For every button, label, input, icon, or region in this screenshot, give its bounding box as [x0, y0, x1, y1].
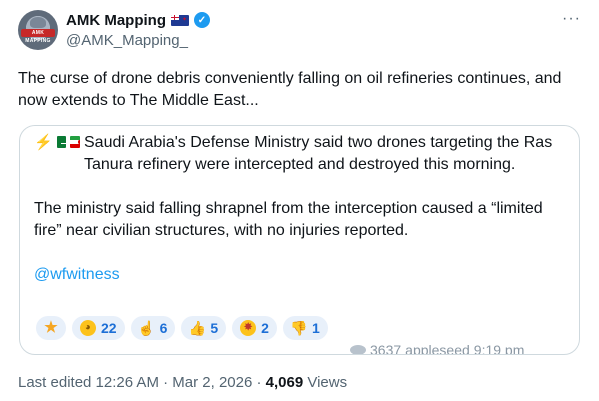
reaction-middle-finger[interactable]: ☝ 6: [130, 316, 176, 340]
thumbs-down-emoji-icon: 👎: [290, 320, 308, 336]
quote-paragraph-1: Saudi Arabia's Defense Ministry said two…: [84, 134, 553, 173]
reaction-bar: ★ ◕ 22 ☝ 6 👍 5 ✸ 2 👎 1: [36, 316, 328, 340]
views-count: 4,069: [265, 374, 304, 391]
reaction-count: 2: [261, 320, 269, 336]
views-eye-icon: [350, 345, 366, 354]
quoted-post-card[interactable]: ⚡ Saudi Arabia's Defense Ministry said t…: [19, 125, 580, 355]
reaction-thumbs-down[interactable]: 👎 1: [282, 316, 328, 340]
quote-footer: 3637 appleseed 9:19 pm: [350, 342, 525, 355]
post-metadata: Last edited 12:26 AM · Mar 2, 2026 · 4,0…: [18, 374, 347, 391]
author-handle[interactable]: @AMK_Mapping_: [66, 32, 188, 49]
iran-flag-icon: [70, 136, 80, 148]
reaction-rofl[interactable]: ◕ 22: [72, 316, 125, 340]
verified-badge-icon[interactable]: ✓: [193, 12, 210, 28]
views-label: Views: [303, 374, 348, 391]
rofl-emoji-icon: ◕: [77, 317, 99, 339]
reaction-thumbs-up[interactable]: 👍 5: [181, 316, 227, 340]
thumbs-up-emoji-icon: 👍: [188, 320, 207, 336]
reaction-mind-blown[interactable]: ✸ 2: [232, 316, 277, 340]
quote-footer-time: 9:19 pm: [473, 342, 525, 355]
reaction-count: 5: [210, 320, 219, 336]
reaction-count: 22: [101, 320, 117, 336]
reaction-star[interactable]: ★: [36, 316, 66, 340]
author-name[interactable]: AMK Mapping: [66, 12, 166, 29]
avatar-logo-text: AMK MAPPING: [21, 29, 55, 44]
quote-views: 3637: [370, 342, 402, 355]
saudi-arabia-flag-icon: [56, 136, 67, 148]
star-icon: ★: [44, 319, 58, 336]
more-options-icon[interactable]: ···: [562, 10, 581, 28]
avatar[interactable]: AMK MAPPING: [18, 10, 58, 50]
reaction-count: 6: [159, 320, 168, 336]
globe-icon: [30, 17, 46, 28]
new-zealand-flag-icon: [170, 14, 189, 26]
quote-link[interactable]: @wfwitness: [34, 264, 569, 286]
tweet-text: The curse of drone debris conveniently f…: [18, 70, 562, 109]
reaction-count: 1: [311, 320, 320, 336]
edited-timestamp[interactable]: Last edited 12:26 AM · Mar 2, 2026 ·: [18, 374, 266, 391]
lightning-icon: ⚡: [34, 134, 53, 151]
quote-paragraph-2: The ministry said falling shrapnel from …: [34, 200, 543, 239]
mind-blown-emoji-icon: ✸: [240, 320, 257, 336]
author-name-row: AMK Mapping ✓: [66, 10, 210, 30]
middle-finger-emoji-icon: ☝: [137, 320, 156, 336]
quote-footer-author: appleseed: [405, 342, 470, 355]
